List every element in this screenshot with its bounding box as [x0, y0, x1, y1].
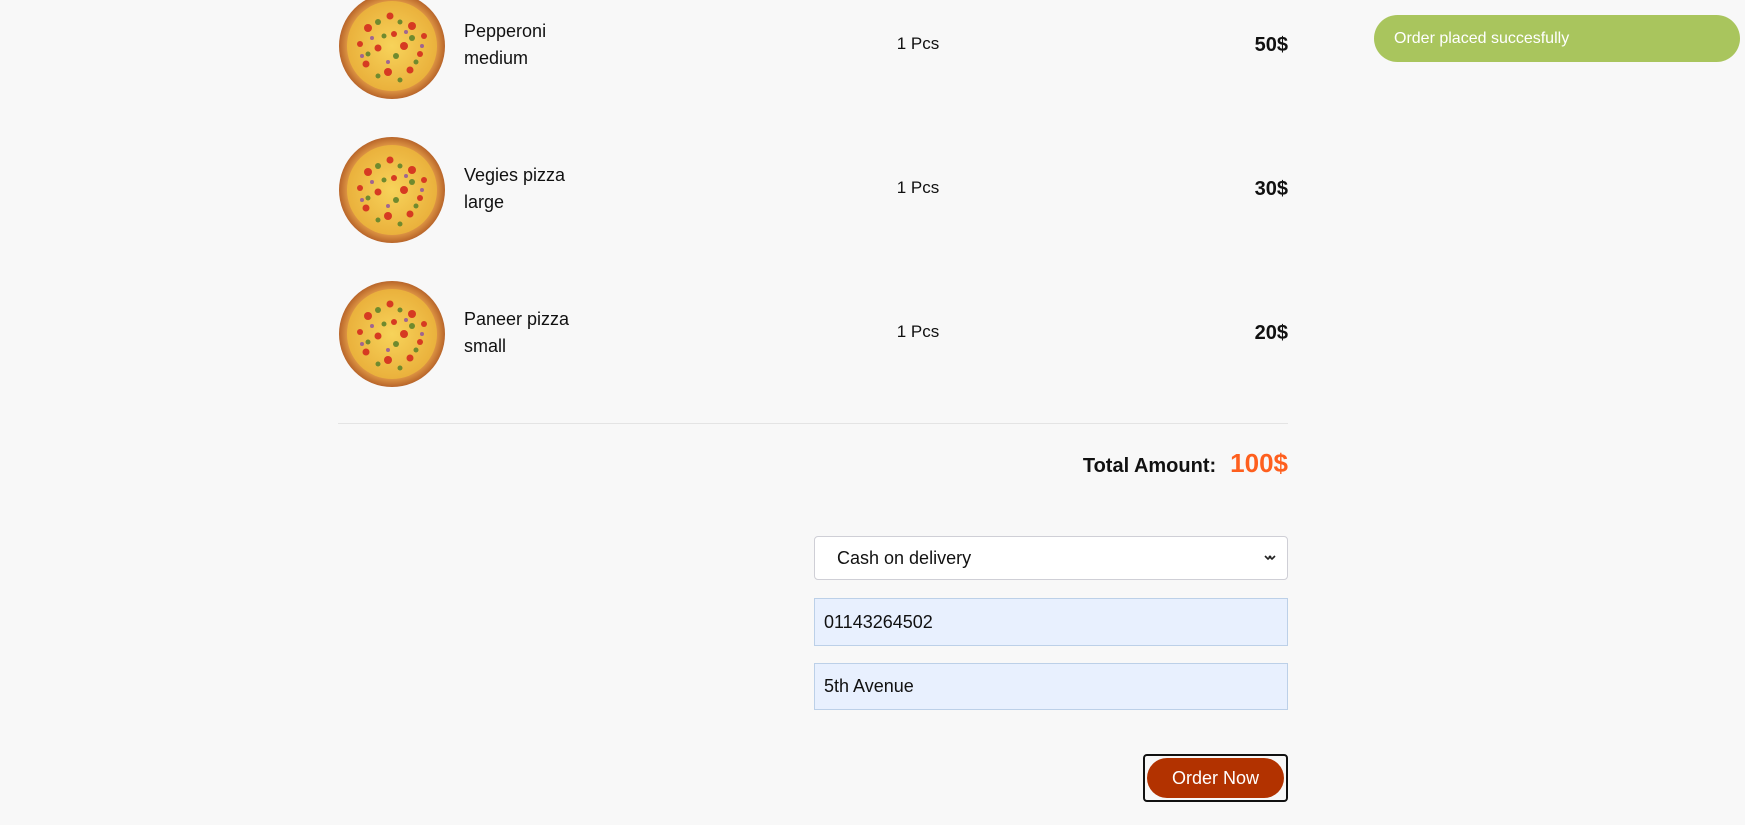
item-quantity: 1 Pcs	[896, 322, 940, 341]
phone-value: 01143264502	[824, 612, 933, 632]
cart-divider	[338, 423, 1288, 424]
total-label: Total Amount:	[1082, 455, 1217, 477]
payment-method-select[interactable]: Cash on delivery	[814, 536, 1288, 580]
item-name-block: Paneer pizza small	[464, 306, 569, 360]
pizza-image	[338, 0, 446, 100]
item-size: large	[464, 192, 505, 212]
item-quantity: 1 Pcs	[896, 34, 940, 53]
phone-input[interactable]: 01143264502	[814, 598, 1288, 646]
pizza-image	[338, 136, 446, 244]
item-name-block: Pepperoni medium	[464, 18, 546, 72]
address-input[interactable]: 5th Avenue	[814, 663, 1288, 710]
cart-list: Pepperoni medium 1 Pcs 50$ Vegies pizza …	[338, 0, 1288, 802]
item-name: Vegies pizza	[464, 165, 566, 185]
cart-item: Pepperoni medium 1 Pcs 50$	[338, 0, 1288, 144]
item-quantity: 1 Pcs	[896, 178, 940, 197]
address-value: 5th Avenue	[824, 676, 914, 696]
item-price: 20$	[1254, 322, 1288, 344]
pizza-image	[338, 280, 446, 388]
chevron-down-icon	[1263, 537, 1277, 595]
item-size: medium	[464, 48, 529, 68]
item-price: 30$	[1254, 178, 1288, 200]
checkout-page: Order placed succesfully Pepperoni mediu…	[0, 0, 1745, 825]
cart-item: Paneer pizza small 1 Pcs 20$	[338, 280, 1288, 424]
payment-method-value: Cash on delivery	[837, 548, 972, 568]
toast-notification: Order placed succesfully	[1374, 15, 1740, 62]
item-price: 50$	[1254, 34, 1288, 56]
item-size: small	[464, 336, 507, 356]
order-button-focus-ring: Order Now	[1143, 754, 1288, 802]
total-value: 100$	[1230, 448, 1288, 478]
toast-message: Order placed succesfully	[1394, 30, 1570, 47]
item-name: Pepperoni	[464, 21, 547, 41]
order-now-button[interactable]: Order Now	[1147, 758, 1284, 798]
item-name-block: Vegies pizza large	[464, 162, 565, 216]
item-name: Paneer pizza	[464, 309, 570, 329]
total-amount: Total Amount: 100$	[1083, 448, 1288, 479]
cart-item: Vegies pizza large 1 Pcs 30$	[338, 136, 1288, 280]
